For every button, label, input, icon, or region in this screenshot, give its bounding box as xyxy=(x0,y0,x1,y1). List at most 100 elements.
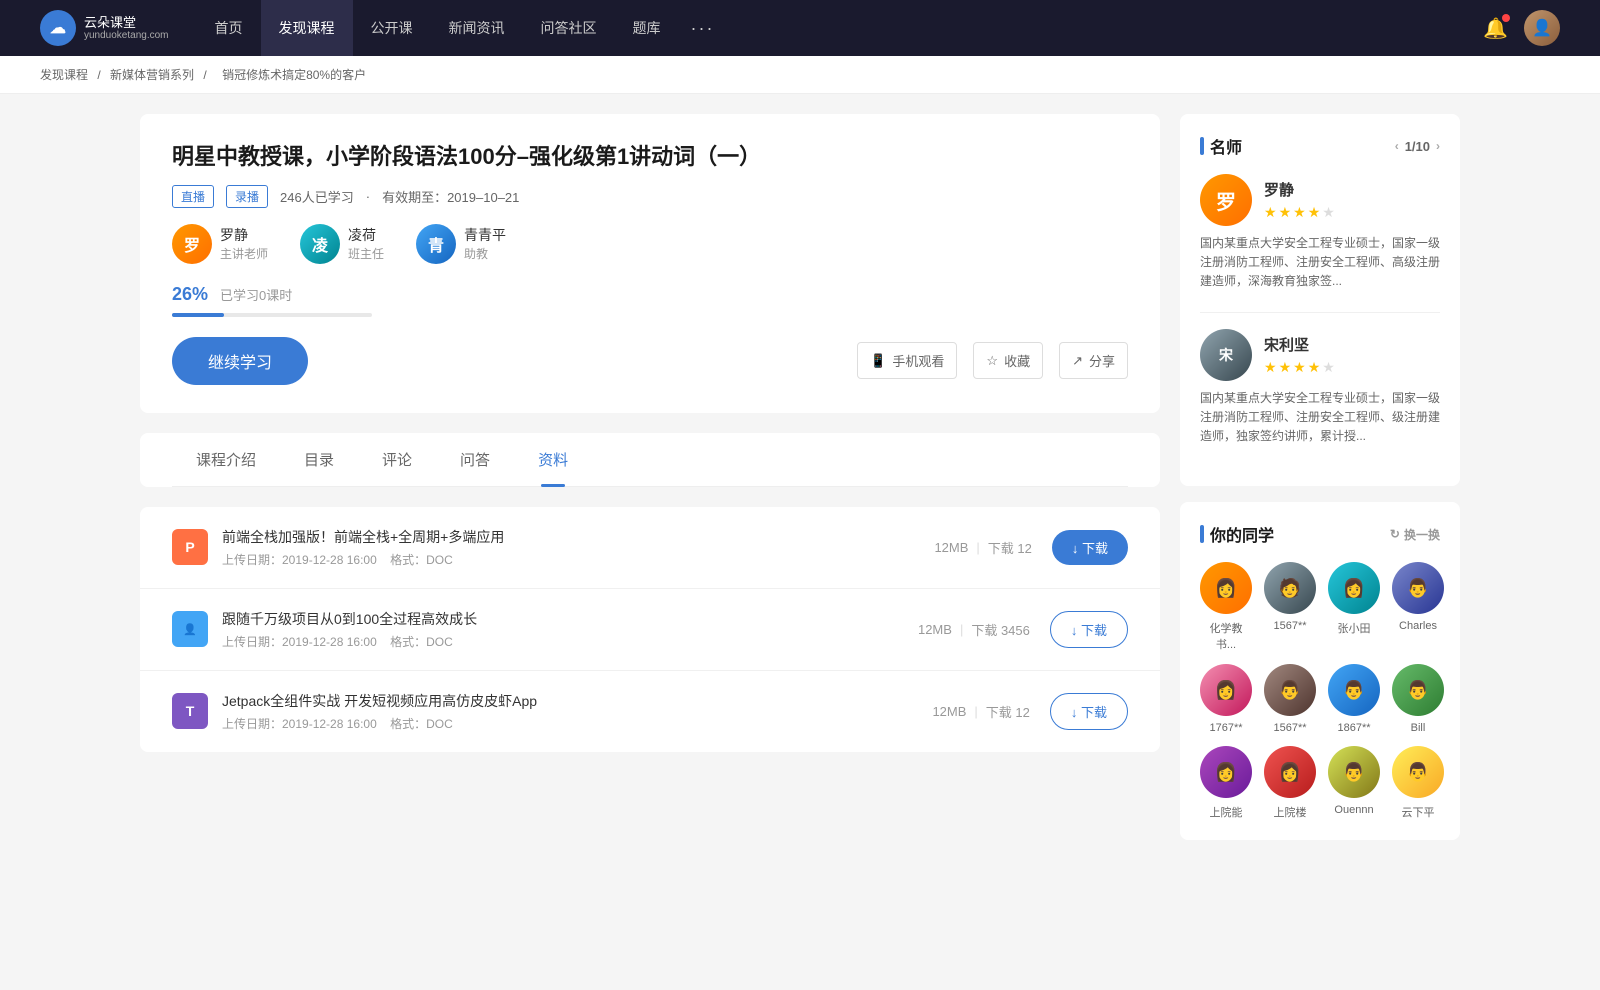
teachers-title: 名师 ‹ 1/10 › xyxy=(1200,134,1440,158)
breadcrumb-sep-1: / xyxy=(203,68,210,82)
favorite-button[interactable]: ☆ 收藏 xyxy=(973,342,1043,379)
instructor-name-2: 青青平 xyxy=(464,225,506,245)
instructor-role-1: 班主任 xyxy=(348,245,384,262)
resource-meta-0: 上传日期：2019-12-28 16:00 格式：DOC xyxy=(222,551,934,568)
notification-dot xyxy=(1502,14,1510,22)
logo-subtitle: yunduoketang.com xyxy=(84,30,169,41)
nav-item-quiz[interactable]: 题库 xyxy=(615,0,679,56)
classmate-name-8: 上院能 xyxy=(1210,804,1243,820)
nav-item-news[interactable]: 新闻资讯 xyxy=(431,0,523,56)
progress-label: 已学习0课时 xyxy=(220,285,292,304)
teacher-desc-1: 国内某重点大学安全工程专业硕士，国家一级注册消防工程师、注册安全工程师、级注册建… xyxy=(1200,389,1440,447)
classmate-name-5: 1567** xyxy=(1273,722,1306,734)
resource-stats-1: 12MB | 下载 3456 xyxy=(918,620,1030,639)
right-sidebar: 名师 ‹ 1/10 › 罗 罗静 ★ ★ xyxy=(1180,114,1460,856)
download-button-2[interactable]: ↓ 下载 xyxy=(1050,693,1128,730)
classmate-avatar-10: 👨 xyxy=(1328,746,1380,798)
classmate-avatar-7: 👨 xyxy=(1392,664,1444,716)
teacher-divider xyxy=(1200,312,1440,313)
teacher-stars-1: ★ ★ ★ ★ ★ xyxy=(1264,359,1335,376)
resource-meta-2: 上传日期：2019-12-28 16:00 格式：DOC xyxy=(222,715,932,732)
course-meta: 直播 录播 246人已学习 · 有效期至：2019–10–21 xyxy=(172,185,1128,208)
logo[interactable]: ☁ 云朵课堂 yunduoketang.com xyxy=(40,10,169,46)
bell-icon[interactable]: 🔔 xyxy=(1483,16,1508,41)
nav-item-discover[interactable]: 发现课程 xyxy=(261,0,353,56)
refresh-icon: ↻ xyxy=(1390,527,1400,541)
page-indicator: 1/10 xyxy=(1405,139,1430,154)
classmate-avatar-4: 👩 xyxy=(1200,664,1252,716)
badge-record: 录播 xyxy=(226,185,268,208)
progress-bar-fill xyxy=(172,313,224,317)
teacher-avatar-1: 宋 xyxy=(1200,329,1252,381)
refresh-button[interactable]: ↻ 换一换 xyxy=(1390,526,1440,543)
classmate-avatar-11: 👨 xyxy=(1392,746,1444,798)
refresh-label: 换一换 xyxy=(1404,526,1440,543)
student-count: 246人已学习 xyxy=(280,187,354,206)
resource-title-1: 跟随千万级项目从0到100全过程高效成长 xyxy=(222,609,918,629)
classmate-2: 👩 张小田 xyxy=(1328,562,1380,652)
tabs-card: 课程介绍 目录 评论 问答 资料 xyxy=(140,433,1160,487)
classmate-5: 👨 1567** xyxy=(1264,664,1316,734)
progress-percent: 26% xyxy=(172,284,208,305)
progress-section: 26% 已学习0课时 xyxy=(172,284,1128,317)
classmate-6: 👨 1867** xyxy=(1328,664,1380,734)
favorite-label: 收藏 xyxy=(1004,351,1030,370)
share-button[interactable]: ↗ 分享 xyxy=(1059,342,1128,379)
download-button-1[interactable]: ↓ 下载 xyxy=(1050,611,1128,648)
classmate-avatar-0: 👩 xyxy=(1200,562,1252,614)
download-button-0[interactable]: ↓ 下载 xyxy=(1052,530,1128,565)
classmate-9: 👩 上院楼 xyxy=(1264,746,1316,820)
mobile-view-button[interactable]: 📱 手机观看 xyxy=(857,342,957,379)
action-buttons: 📱 手机观看 ☆ 收藏 ↗ 分享 xyxy=(857,342,1128,379)
tab-review[interactable]: 评论 xyxy=(358,433,436,486)
classmate-name-2: 张小田 xyxy=(1338,620,1371,636)
dot-sep: · xyxy=(366,189,370,204)
classmate-avatar-6: 👨 xyxy=(1328,664,1380,716)
instructor-avatar-1: 凌 xyxy=(300,224,340,264)
classmate-7: 👨 Bill xyxy=(1392,664,1444,734)
classmate-4: 👩 1767** xyxy=(1200,664,1252,734)
instructor-avatar-2: 青 xyxy=(416,224,456,264)
resource-icon-0: P xyxy=(172,529,208,565)
user-avatar[interactable]: 👤 xyxy=(1524,10,1560,46)
instructor-2: 青 青青平 助教 xyxy=(416,224,506,264)
left-content: 明星中教授课，小学阶段语法100分–强化级第1讲动词（一） 直播 录播 246人… xyxy=(140,114,1160,856)
tab-resources[interactable]: 资料 xyxy=(514,433,592,486)
breadcrumb-link-1[interactable]: 新媒体营销系列 xyxy=(110,68,194,82)
continue-button[interactable]: 继续学习 xyxy=(172,337,308,385)
teacher-name-1: 宋利坚 xyxy=(1264,334,1335,355)
classmate-avatar-9: 👩 xyxy=(1264,746,1316,798)
instructors: 罗 罗静 主讲老师 凌 凌荷 班主任 xyxy=(172,224,1128,264)
classmate-avatar-2: 👩 xyxy=(1328,562,1380,614)
resource-stats-0: 12MB | 下载 12 xyxy=(934,538,1031,557)
instructor-avatar-0: 罗 xyxy=(172,224,212,264)
resource-info-1: 跟随千万级项目从0到100全过程高效成长 上传日期：2019-12-28 16:… xyxy=(222,609,918,650)
next-page-arrow[interactable]: › xyxy=(1436,139,1440,153)
classmate-name-0: 化学教书... xyxy=(1200,620,1252,652)
instructor-name-0: 罗静 xyxy=(220,225,268,245)
progress-bar-bg xyxy=(172,313,372,317)
nav-item-qa[interactable]: 问答社区 xyxy=(523,0,615,56)
breadcrumb-sep-0: / xyxy=(97,68,104,82)
teacher-pagination: ‹ 1/10 › xyxy=(1395,139,1440,154)
tab-intro[interactable]: 课程介绍 xyxy=(172,433,280,486)
teacher-stars-0: ★ ★ ★ ★ ★ xyxy=(1264,204,1335,221)
tab-catalog[interactable]: 目录 xyxy=(280,433,358,486)
breadcrumb-link-0[interactable]: 发现课程 xyxy=(40,68,88,82)
classmate-name-9: 上院楼 xyxy=(1274,804,1307,820)
prev-page-arrow[interactable]: ‹ xyxy=(1395,139,1399,153)
classmates-card: 你的同学 ↻ 换一换 👩 化学教书... 🧑 1567** xyxy=(1180,502,1460,840)
classmate-11: 👨 云下平 xyxy=(1392,746,1444,820)
tab-qa[interactable]: 问答 xyxy=(436,433,514,486)
mobile-icon: 📱 xyxy=(870,353,886,369)
star-icon: ☆ xyxy=(986,353,998,369)
nav-item-home[interactable]: 首页 xyxy=(197,0,261,56)
badge-live: 直播 xyxy=(172,185,214,208)
classmate-name-3: Charles xyxy=(1399,620,1437,632)
teacher-item-0: 罗 罗静 ★ ★ ★ ★ ★ 国内某重点大学安全工程专业硕士，国家一级注册消防工… xyxy=(1200,174,1440,292)
resource-info-2: Jetpack全组件实战 开发短视频应用高仿皮皮虾App 上传日期：2019-1… xyxy=(222,691,932,732)
nav-more[interactable]: ··· xyxy=(679,0,727,56)
classmate-3: 👨 Charles xyxy=(1392,562,1444,652)
nav-item-opencourse[interactable]: 公开课 xyxy=(353,0,431,56)
teacher-avatar-0: 罗 xyxy=(1200,174,1252,226)
